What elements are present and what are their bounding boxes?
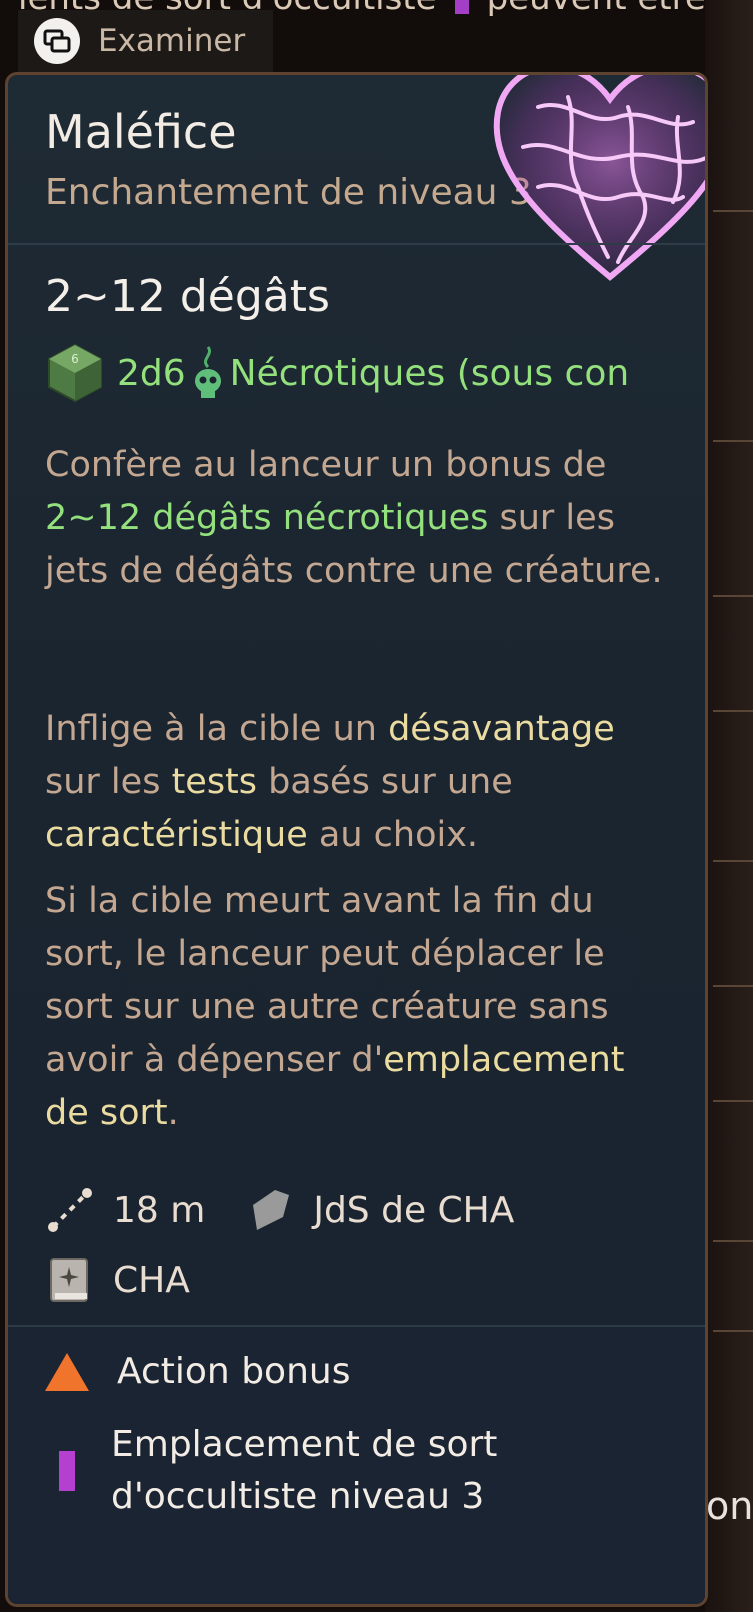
saving-throw-icon xyxy=(253,1190,290,1230)
background-text-fragment: ont xyxy=(706,1484,753,1528)
description-disadvantage-text-2: sur les xyxy=(45,762,172,802)
disadvantage-keyword[interactable]: désavantage xyxy=(388,709,615,749)
description-disadvantage-text-4: au choix. xyxy=(307,815,479,855)
range-value: 18 m xyxy=(113,1189,206,1231)
damage-roll: 2d6 xyxy=(117,352,186,394)
spell-subtitle: Enchantement de niveau 3 xyxy=(45,172,532,213)
ability-row: CHA xyxy=(45,1255,190,1305)
cost-slot-line-2: d'occultiste niveau 3 xyxy=(111,1476,485,1517)
spell-heart-icon xyxy=(493,75,705,281)
svg-text:6: 6 xyxy=(71,352,79,366)
saving-throw-value: JdS de CHA xyxy=(313,1189,515,1231)
spell-tooltip: Maléfice Enchantement de niveau 3 2~12 d… xyxy=(5,72,708,1607)
description-bonus-text: Confère au lanceur un bonus de xyxy=(45,445,607,485)
spellbook-icon xyxy=(50,1258,88,1302)
cost-action-label: Action bonus xyxy=(117,1351,351,1392)
description-transfer-end: . xyxy=(167,1093,179,1133)
range-row: 18 m JdS de CHA xyxy=(45,1185,514,1235)
damage-roll-line: 6 2d6 Nécrotiques (sous con xyxy=(45,343,629,403)
range-icon xyxy=(48,1188,92,1232)
description-disadvantage-text: Inflige à la cible un xyxy=(45,709,389,749)
cost-slot-line-1: Emplacement de sort xyxy=(111,1424,498,1465)
dice-icon: 6 xyxy=(48,343,102,403)
examine-icon xyxy=(34,18,80,64)
bonus-action-icon xyxy=(45,1352,89,1391)
description-transfer: Si la cible meurt avant la fin du sort, … xyxy=(45,875,665,1140)
description-disadvantage: Inflige à la cible un désavantage sur le… xyxy=(45,703,665,862)
ability-keyword[interactable]: caractéristique xyxy=(45,815,308,855)
description-bonus: Confère au lanceur un bonus de 2~12 dégâ… xyxy=(45,439,665,598)
cost-action-row: Action bonus xyxy=(45,1351,350,1392)
damage-title: 2~12 dégâts xyxy=(45,271,330,322)
description-disadvantage-text-3: basés sur une xyxy=(257,762,513,802)
top-strip-text-right: peuvent être xyxy=(487,0,706,18)
cost-footer: Action bonus Emplacement de sort d'occul… xyxy=(8,1325,705,1604)
spell-slot-icon xyxy=(454,0,469,14)
damage-type: Nécrotiques (sous con xyxy=(229,352,630,394)
header-divider xyxy=(8,243,705,245)
examine-label: Examiner xyxy=(98,23,246,59)
necrotic-skull-icon xyxy=(194,346,221,398)
spell-name: Maléfice xyxy=(45,105,237,159)
cost-slot-row: Emplacement de sort d'occultiste niveau … xyxy=(45,1419,497,1523)
warlock-slot-icon xyxy=(59,1451,75,1491)
background-panel-edge xyxy=(705,0,753,1612)
tests-keyword[interactable]: tests xyxy=(172,762,257,802)
necrotic-damage-keyword: 2~12 dégâts nécrotiques xyxy=(45,498,489,538)
spellcasting-ability: CHA xyxy=(113,1259,190,1301)
examine-button[interactable]: Examiner xyxy=(18,10,273,72)
